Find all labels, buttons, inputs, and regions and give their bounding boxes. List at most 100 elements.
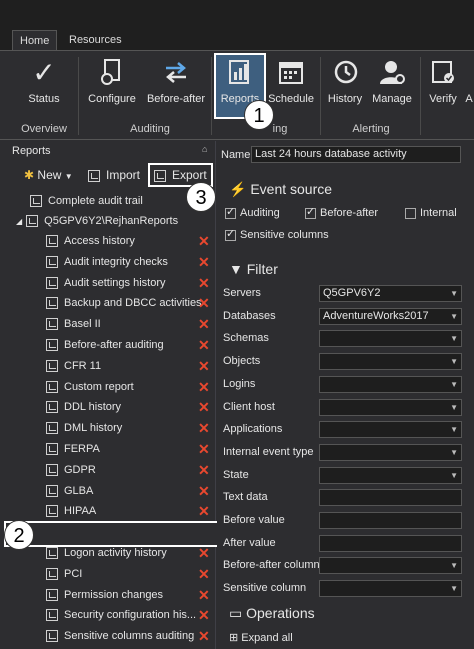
- filter-field[interactable]: ▼: [319, 466, 462, 484]
- status-button[interactable]: ✓ Status: [12, 55, 76, 117]
- delete-icon[interactable]: ✕: [198, 501, 210, 521]
- delete-icon[interactable]: ✕: [198, 585, 210, 605]
- title-bar-area: [0, 0, 474, 30]
- delete-icon[interactable]: ✕: [198, 252, 210, 272]
- filter-field[interactable]: ▼: [319, 443, 462, 461]
- delete-icon[interactable]: ✕: [198, 626, 210, 646]
- chevron-down-icon[interactable]: ▼: [450, 422, 458, 437]
- delete-icon[interactable]: ✕: [198, 439, 210, 459]
- filter-field[interactable]: [319, 489, 462, 507]
- report-list-item[interactable]: HIPAA: [46, 501, 96, 521]
- report-list-item[interactable]: Permission changes: [46, 585, 163, 605]
- filter-field[interactable]: ▼: [319, 580, 462, 598]
- delete-icon[interactable]: ✕: [198, 273, 210, 293]
- report-list-item[interactable]: PCI: [46, 564, 82, 584]
- delete-icon[interactable]: ✕: [198, 231, 210, 251]
- filter-field[interactable]: [319, 534, 462, 552]
- report-icon: [46, 297, 58, 310]
- report-icon: [46, 609, 58, 622]
- internal-checkbox[interactable]: Internal: [405, 207, 457, 219]
- chevron-down-icon[interactable]: ▼: [450, 581, 458, 596]
- manage-button[interactable]: Manage: [368, 55, 416, 117]
- report-icon: [46, 401, 58, 414]
- tree-item-server-folder[interactable]: ◢ Q5GPV6Y2\RejhanReports: [16, 211, 178, 231]
- sensitive-columns-checkbox[interactable]: Sensitive columns: [225, 227, 329, 241]
- new-button[interactable]: ✱ New ▼: [24, 165, 73, 185]
- report-list-item[interactable]: Basel II: [46, 314, 101, 334]
- delete-icon[interactable]: ✕: [198, 377, 210, 397]
- configure-icon: [97, 57, 127, 87]
- report-list-item[interactable]: CFR 11: [46, 356, 101, 376]
- chevron-down-icon[interactable]: ▼: [450, 468, 458, 483]
- filter-header[interactable]: ▼ Filter: [229, 261, 278, 277]
- report-list-item[interactable]: DML history: [46, 418, 122, 438]
- report-list-item[interactable]: Access history: [46, 231, 135, 251]
- verify-button[interactable]: Verify: [424, 55, 462, 117]
- report-list-item[interactable]: Custom report: [46, 377, 134, 397]
- report-list-item[interactable]: FERPA: [46, 439, 100, 459]
- import-button[interactable]: Import: [88, 165, 140, 185]
- verify-icon: [428, 57, 458, 87]
- filter-field[interactable]: ▼: [319, 330, 462, 348]
- import-icon: [88, 169, 100, 182]
- delete-icon[interactable]: ✕: [198, 356, 210, 376]
- chevron-down-icon[interactable]: ▼: [450, 331, 458, 346]
- report-list-item[interactable]: GLBA: [46, 481, 93, 501]
- delete-icon[interactable]: ✕: [198, 335, 210, 355]
- chevron-down-icon[interactable]: ▼: [450, 445, 458, 460]
- event-source-header[interactable]: ⚡ Event source: [229, 181, 332, 198]
- chevron-down-icon[interactable]: ▼: [450, 309, 458, 324]
- history-button[interactable]: History: [324, 55, 366, 117]
- tree-item-complete-audit-trail[interactable]: Complete audit trail: [30, 191, 143, 211]
- chevron-down-icon[interactable]: ▼: [450, 286, 458, 301]
- before-after-button[interactable]: Before-after: [144, 55, 208, 117]
- filter-field[interactable]: ▼: [319, 421, 462, 439]
- report-list-item[interactable]: Backup and DBCC activities: [46, 293, 202, 313]
- pin-icon[interactable]: ⌂: [202, 144, 207, 154]
- expand-all-button[interactable]: ⊞ Expand all: [229, 631, 293, 644]
- configure-button[interactable]: Configure: [84, 55, 140, 117]
- name-label: Name: [221, 149, 251, 161]
- filter-field[interactable]: AdventureWorks2017 ▼: [319, 307, 462, 325]
- report-icon: [46, 547, 58, 560]
- report-list-item[interactable]: GDPR: [46, 460, 96, 480]
- delete-icon[interactable]: ✕: [198, 293, 210, 313]
- filter-field[interactable]: Q5GPV6Y2 ▼: [319, 285, 462, 302]
- name-field[interactable]: Last 24 hours database activity: [251, 146, 461, 163]
- collapse-arrow-icon[interactable]: ◢: [16, 217, 22, 226]
- callout-2: 2: [4, 520, 34, 550]
- report-list-item[interactable]: Security configuration his...: [46, 605, 196, 625]
- filter-field[interactable]: ▼: [319, 375, 462, 393]
- filter-field[interactable]: ▼: [319, 557, 462, 575]
- chevron-down-icon[interactable]: ▼: [450, 558, 458, 573]
- delete-icon[interactable]: ✕: [198, 397, 210, 417]
- auditing-checkbox[interactable]: Auditing: [225, 205, 280, 219]
- operations-header[interactable]: ▭ Operations: [229, 605, 315, 622]
- report-list-item[interactable]: Before-after auditing: [46, 335, 164, 355]
- filter-label: Internal event type: [223, 445, 314, 458]
- delete-icon[interactable]: ✕: [198, 564, 210, 584]
- report-list-item[interactable]: DDL history: [46, 397, 121, 417]
- delete-icon[interactable]: ✕: [198, 418, 210, 438]
- before-after-checkbox[interactable]: Before-after: [305, 205, 378, 219]
- schedule-button[interactable]: Schedule: [268, 55, 314, 117]
- delete-icon[interactable]: ✕: [198, 481, 210, 501]
- tab-home[interactable]: Home: [12, 30, 58, 50]
- delete-icon[interactable]: ✕: [198, 314, 210, 334]
- filter-field[interactable]: [319, 512, 462, 529]
- report-list-item[interactable]: Sensitive columns auditing: [46, 626, 194, 646]
- delete-icon[interactable]: ✕: [198, 460, 210, 480]
- chevron-down-icon[interactable]: ▼: [450, 354, 458, 369]
- filter-field[interactable]: ▼: [319, 398, 462, 416]
- chevron-down-icon[interactable]: ▼: [450, 377, 458, 392]
- tab-resources[interactable]: Resources: [62, 30, 129, 50]
- truncated-ribbon-button[interactable]: A: [464, 55, 474, 117]
- chevron-down-icon[interactable]: ▼: [450, 400, 458, 415]
- delete-icon[interactable]: ✕: [198, 605, 210, 625]
- filter-label: Applications: [223, 423, 283, 436]
- filter-field[interactable]: ▼: [319, 353, 462, 371]
- report-list-item[interactable]: Audit settings history: [46, 273, 166, 293]
- report-list-item[interactable]: Audit integrity checks: [46, 252, 168, 272]
- lightning-icon: ⚡: [229, 181, 247, 197]
- report-icon: [46, 339, 58, 352]
